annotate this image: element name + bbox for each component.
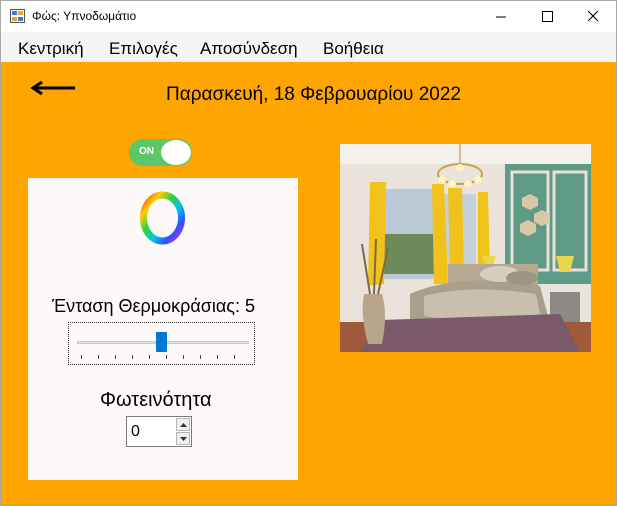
maximize-button[interactable] bbox=[524, 1, 570, 32]
app-window: Φώς: Υπνοδωμάτιο Κεντρική Επιλογές Αποσύ… bbox=[0, 0, 617, 506]
toggle-knob bbox=[161, 140, 191, 165]
toggle-label: ON bbox=[139, 146, 154, 157]
color-wheel-icon[interactable] bbox=[140, 191, 185, 245]
light-toggle[interactable]: ON bbox=[129, 139, 192, 166]
menu-item-home[interactable]: Κεντρική bbox=[18, 39, 84, 59]
slider-tick bbox=[81, 355, 82, 359]
menu-bar: Κεντρική Επιλογές Αποσύνδεση Βοήθεια bbox=[1, 32, 616, 62]
menu-item-options[interactable]: Επιλογές bbox=[109, 39, 178, 59]
slider-tick bbox=[149, 355, 150, 359]
temperature-slider[interactable] bbox=[68, 322, 255, 365]
minimize-button[interactable] bbox=[478, 1, 524, 32]
slider-tick bbox=[115, 355, 116, 359]
slider-tick bbox=[217, 355, 218, 359]
menu-item-logout[interactable]: Αποσύνδεση bbox=[200, 39, 298, 59]
slider-tick bbox=[234, 355, 235, 359]
bedroom-photo bbox=[340, 144, 591, 352]
brightness-value[interactable]: 0 bbox=[131, 423, 140, 441]
minimize-icon bbox=[495, 16, 506, 18]
light-controls-panel: Ένταση Θερμοκράσιας: 5 Φωτεινότητα 0 bbox=[28, 178, 298, 480]
slider-tick bbox=[98, 355, 99, 359]
menu-item-help[interactable]: Βοήθεια bbox=[323, 39, 384, 59]
stepper-buttons bbox=[176, 418, 190, 445]
title-bar: Φώς: Υπνοδωμάτιο bbox=[1, 1, 616, 32]
date-label: Παρασκευή, 18 Φεβρουαρίου 2022 bbox=[166, 84, 461, 105]
maximize-icon bbox=[541, 11, 553, 22]
chevron-up-icon bbox=[179, 422, 187, 427]
slider-thumb[interactable] bbox=[156, 332, 167, 352]
temperature-label: Ένταση Θερμοκράσιας: 5 bbox=[52, 296, 255, 316]
stepper-up-button[interactable] bbox=[176, 418, 190, 431]
brightness-stepper[interactable]: 0 bbox=[126, 416, 192, 447]
app-icon bbox=[10, 9, 25, 23]
stepper-down-button[interactable] bbox=[176, 432, 190, 445]
slider-tick bbox=[132, 355, 133, 359]
arrow-left-icon[interactable] bbox=[29, 80, 77, 96]
main-content: Παρασκευή, 18 Φεβρουαρίου 2022 ON Ένταση… bbox=[1, 62, 616, 505]
slider-tick bbox=[166, 355, 167, 359]
close-icon bbox=[587, 11, 598, 22]
brightness-label: Φωτεινότητα bbox=[100, 389, 212, 411]
slider-tick bbox=[200, 355, 201, 359]
slider-tick bbox=[183, 355, 184, 359]
window-title: Φώς: Υπνοδωμάτιο bbox=[32, 9, 137, 23]
close-button[interactable] bbox=[570, 1, 616, 32]
chevron-down-icon bbox=[179, 436, 187, 441]
